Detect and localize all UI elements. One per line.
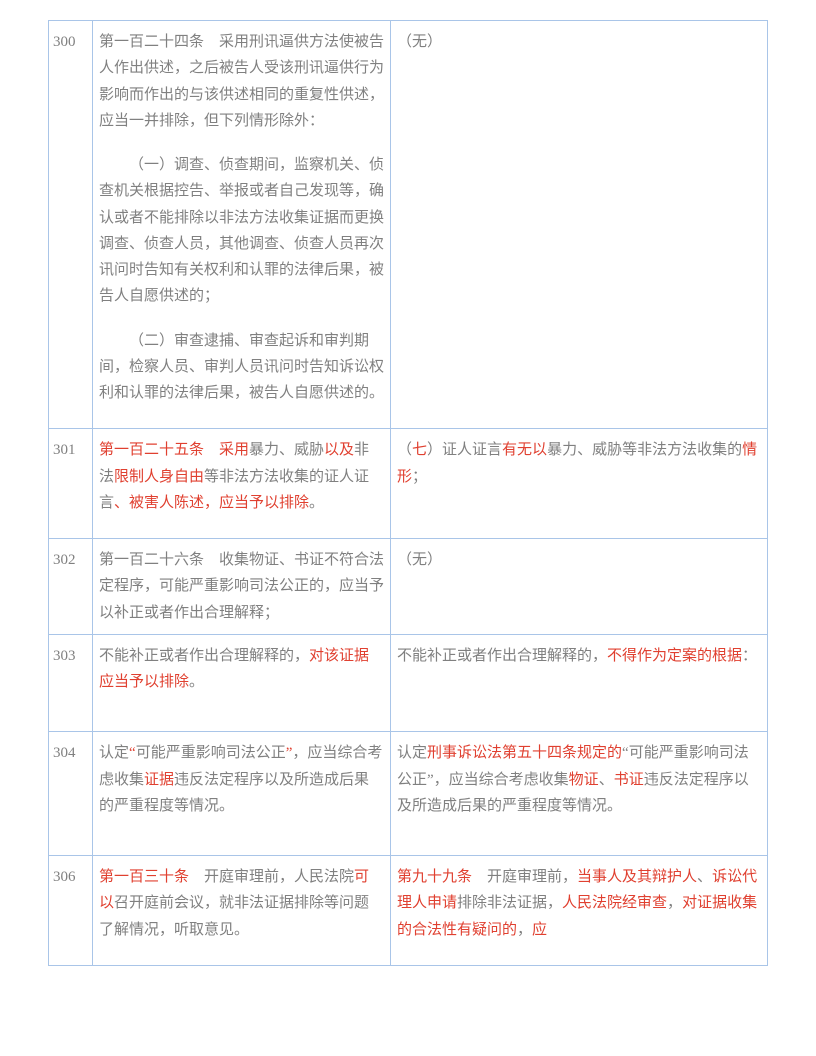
table-row: 301第一百二十五条 采用暴力、威胁以及非法限制人身自由等非法方法收集的证人证言… <box>49 429 768 539</box>
text-run: 第一百三十条 <box>99 869 189 885</box>
text-run: （无） <box>397 552 442 568</box>
paragraph: （无） <box>397 29 761 55</box>
text-run: 书证 <box>614 772 644 788</box>
right-cell: 不能补正或者作出合理解释的，不得作为定案的根据： <box>391 634 768 732</box>
right-cell: 第九十九条 开庭审理前，当事人及其辩护人、诉讼代理人申请排除非法证据，人民法院经… <box>391 856 768 966</box>
right-cell: （七）证人证言有无以暴力、威胁等非法方法收集的情形； <box>391 429 768 539</box>
table-row: 302第一百二十六条 收集物证、书证不符合法定程序，可能严重影响司法公正的，应当… <box>49 539 768 635</box>
text-run: 认定 <box>99 745 129 761</box>
right-cell: 认定刑事诉讼法第五十四条规定的“可能严重影响司法公正”，应当综合考虑收集物证、书… <box>391 732 768 856</box>
text-run: 暴力、威胁 <box>249 442 324 458</box>
text-run: 认定 <box>397 745 427 761</box>
left-cell: 第一百二十五条 采用暴力、威胁以及非法限制人身自由等非法方法收集的证人证言、被害… <box>93 429 391 539</box>
text-run: （无） <box>397 34 442 50</box>
text-run: ： <box>742 648 757 664</box>
text-run: ； <box>412 469 427 485</box>
left-cell: 第一百二十六条 收集物证、书证不符合法定程序，可能严重影响司法公正的，应当予以补… <box>93 539 391 635</box>
text-run: 第一百二十五条 采用 <box>99 442 249 458</box>
text-run: 有无以 <box>502 442 547 458</box>
paragraph: 不能补正或者作出合理解释的，不得作为定案的根据： <box>397 643 761 669</box>
table-row: 300第一百二十四条 采用刑讯逼供方法使被告人作出供述，之后被告人受该刑讯逼供行… <box>49 21 768 429</box>
text-run: （一）调查、侦查期间，监察机关、侦查机关根据控告、举报或者自己发现等，确认或者不… <box>99 157 384 304</box>
paragraph: 第九十九条 开庭审理前，当事人及其辩护人、诉讼代理人申请排除非法证据，人民法院经… <box>397 864 761 943</box>
text-run: 开庭审理前，人民法院 <box>189 869 354 885</box>
right-cell: （无） <box>391 539 768 635</box>
paragraph: （无） <box>397 547 761 573</box>
text-run: 限制人身自由 <box>114 469 204 485</box>
text-run: “ <box>129 745 136 761</box>
table-row: 303不能补正或者作出合理解释的，对该证据应当予以排除。不能补正或者作出合理解释… <box>49 634 768 732</box>
text-run: 、 <box>697 869 712 885</box>
paragraph: 第一百二十四条 采用刑讯逼供方法使被告人作出供述，之后被告人受该刑讯逼供行为影响… <box>99 29 384 134</box>
text-run: ， <box>517 922 532 938</box>
paragraph: （二）审查逮捕、审查起诉和审判期间，检察人员、审判人员讯问时告知诉讼权利和认罪的… <box>99 328 384 407</box>
left-cell: 认定“可能严重影响司法公正”，应当综合考虑收集证据违反法定程序以及所造成后果的严… <box>93 732 391 856</box>
text-run: 第九十九条 <box>397 869 472 885</box>
left-cell: 不能补正或者作出合理解释的，对该证据应当予以排除。 <box>93 634 391 732</box>
text-run: 、被害人陈述，应当予以排除 <box>114 495 309 511</box>
text-run: 、 <box>599 772 614 788</box>
text-run: 人民法院经审查 <box>562 895 667 911</box>
text-run: 第一百二十六条 收集物证、书证不符合法定程序，可能严重影响司法公正的，应当予以补… <box>99 552 384 621</box>
text-run: 证据 <box>144 772 174 788</box>
text-run: 召开庭前会议，就非法证据排除等问题了解情况，听取意见。 <box>99 895 369 937</box>
row-number: 300 <box>49 21 93 429</box>
row-number: 301 <box>49 429 93 539</box>
text-run: 刑事诉讼法第五十四条规定的 <box>427 745 622 761</box>
paragraph: 认定刑事诉讼法第五十四条规定的“可能严重影响司法公正”，应当综合考虑收集物证、书… <box>397 740 761 819</box>
text-run: 七 <box>412 442 427 458</box>
text-run: 当事人及其辩护人 <box>577 869 697 885</box>
text-run: 不能补正或者作出合理解释的， <box>99 648 309 664</box>
text-run: 物证 <box>569 772 599 788</box>
row-number: 303 <box>49 634 93 732</box>
left-cell: 第一百二十四条 采用刑讯逼供方法使被告人作出供述，之后被告人受该刑讯逼供行为影响… <box>93 21 391 429</box>
paragraph: 认定“可能严重影响司法公正”，应当综合考虑收集证据违反法定程序以及所造成后果的严… <box>99 740 384 819</box>
text-run: ， <box>667 895 682 911</box>
paragraph: 第一百二十五条 采用暴力、威胁以及非法限制人身自由等非法方法收集的证人证言、被害… <box>99 437 384 516</box>
text-run: 暴力、威胁等非法方法收集的 <box>547 442 742 458</box>
row-number: 306 <box>49 856 93 966</box>
paragraph: （一）调查、侦查期间，监察机关、侦查机关根据控告、举报或者自己发现等，确认或者不… <box>99 152 384 310</box>
text-run: 以及 <box>324 442 354 458</box>
paragraph: 第一百三十条 开庭审理前，人民法院可以召开庭前会议，就非法证据排除等问题了解情况… <box>99 864 384 943</box>
paragraph: 第一百二十六条 收集物证、书证不符合法定程序，可能严重影响司法公正的，应当予以补… <box>99 547 384 626</box>
text-run: 排除非法证据， <box>457 895 562 911</box>
text-run: （二）审查逮捕、审查起诉和审判期间，检察人员、审判人员讯问时告知诉讼权利和认罪的… <box>99 333 384 402</box>
left-cell: 第一百三十条 开庭审理前，人民法院可以召开庭前会议，就非法证据排除等问题了解情况… <box>93 856 391 966</box>
comparison-table: 300第一百二十四条 采用刑讯逼供方法使被告人作出供述，之后被告人受该刑讯逼供行… <box>48 20 768 966</box>
paragraph: 不能补正或者作出合理解释的，对该证据应当予以排除。 <box>99 643 384 696</box>
right-cell: （无） <box>391 21 768 429</box>
text-run: 不能补正或者作出合理解释的， <box>397 648 607 664</box>
text-run: 。 <box>309 495 324 511</box>
text-run: 第一百二十四条 采用刑讯逼供方法使被告人作出供述，之后被告人受该刑讯逼供行为影响… <box>99 34 384 129</box>
text-run: 开庭审理前， <box>472 869 577 885</box>
table-row: 304认定“可能严重影响司法公正”，应当综合考虑收集证据违反法定程序以及所造成后… <box>49 732 768 856</box>
text-run: 。 <box>189 674 204 690</box>
table-row: 306第一百三十条 开庭审理前，人民法院可以召开庭前会议，就非法证据排除等问题了… <box>49 856 768 966</box>
text-run: ）证人证言 <box>427 442 502 458</box>
text-run: （ <box>397 442 412 458</box>
row-number: 302 <box>49 539 93 635</box>
text-run: 不得作为定案的根据 <box>607 648 742 664</box>
text-run: 应 <box>532 922 547 938</box>
text-run: 可能严重影响司法公正 <box>136 745 286 761</box>
paragraph: （七）证人证言有无以暴力、威胁等非法方法收集的情形； <box>397 437 761 490</box>
row-number: 304 <box>49 732 93 856</box>
